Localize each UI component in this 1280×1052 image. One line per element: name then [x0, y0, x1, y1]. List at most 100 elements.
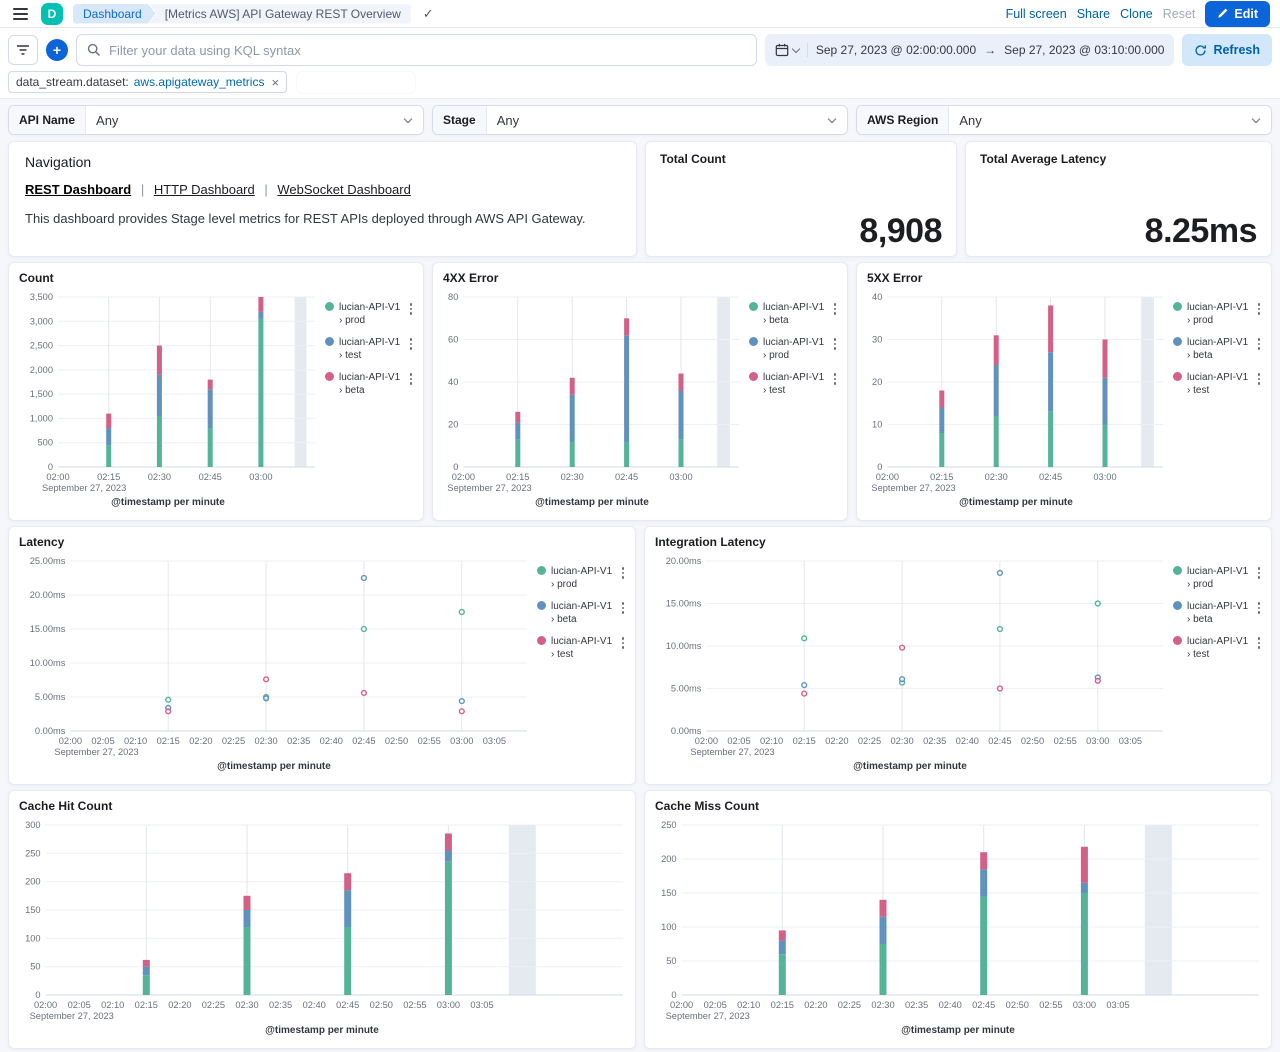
legend-options-icon[interactable]	[1255, 565, 1264, 581]
panel-latency: Latency 0.00ms5.00ms10.00ms15.00ms20.00m…	[8, 526, 636, 785]
clone-link[interactable]: Clone	[1120, 7, 1153, 21]
svg-text:03:00: 03:00	[1086, 736, 1109, 746]
control-value: Any	[949, 113, 1253, 128]
date-start[interactable]: Sep 27, 2023 @ 02:00:00.000	[816, 43, 976, 57]
reset-link[interactable]: Reset	[1163, 7, 1196, 21]
svg-text:02:35: 02:35	[287, 736, 310, 746]
legend-options-icon[interactable]	[831, 336, 840, 352]
breadcrumb-dashboard[interactable]: Dashboard	[73, 4, 156, 24]
svg-text:02:15: 02:15	[930, 472, 953, 482]
legend-options-icon[interactable]	[619, 600, 628, 616]
legend-options-icon[interactable]	[407, 301, 416, 317]
svg-text:60: 60	[448, 335, 458, 345]
legend-options-icon[interactable]	[1255, 600, 1264, 616]
svg-text:200: 200	[661, 854, 677, 864]
link-websocket-dashboard[interactable]: WebSocket Dashboard	[277, 182, 410, 197]
legend-options-icon[interactable]	[1255, 336, 1264, 352]
saved-query-menu-button[interactable]	[8, 35, 38, 65]
metric-total-count: Total Count 8,908	[645, 141, 957, 257]
filter-pill[interactable]: data_stream.dataset: aws.apigateway_metr…	[8, 71, 287, 93]
legend-options-icon[interactable]	[619, 565, 628, 581]
chart-plot[interactable]: 02040608002:0002:1502:3002:4503:00Septem…	[441, 287, 743, 497]
add-filter-button[interactable]: +	[46, 39, 68, 61]
refresh-button[interactable]: Refresh	[1182, 34, 1272, 66]
metric-value: 8.25ms	[980, 214, 1257, 248]
legend-item[interactable]: lucian-API-V1 › test	[749, 371, 839, 397]
legend-options-icon[interactable]	[1255, 635, 1264, 651]
legend-item[interactable]: lucian-API-V1 › test	[1173, 371, 1263, 397]
svg-text:50: 50	[666, 956, 676, 966]
remove-filter-icon[interactable]: ×	[271, 75, 279, 90]
calendar-menu-button[interactable]	[775, 43, 808, 57]
full-screen-link[interactable]: Full screen	[1006, 7, 1067, 21]
metric-title: Total Average Latency	[980, 152, 1257, 166]
legend-item[interactable]: lucian-API-V1 › prod	[749, 336, 839, 362]
chart-plot[interactable]: 01020304002:0002:1502:3002:4503:00Septem…	[865, 287, 1167, 497]
legend-item[interactable]: lucian-API-V1 › test	[325, 336, 415, 362]
legend-options-icon[interactable]	[1255, 301, 1264, 317]
svg-text:40: 40	[872, 292, 882, 302]
svg-text:02:15: 02:15	[506, 472, 529, 482]
legend-item[interactable]: lucian-API-V1 › prod	[1173, 565, 1263, 591]
legend-item[interactable]: lucian-API-V1 › prod	[537, 565, 627, 591]
legend-options-icon[interactable]	[407, 371, 416, 387]
svg-text:5.00ms: 5.00ms	[671, 684, 702, 694]
control-stage[interactable]: Stage Any	[432, 105, 848, 135]
svg-text:50: 50	[30, 962, 40, 972]
svg-text:02:45: 02:45	[615, 472, 638, 482]
legend-item[interactable]: lucian-API-V1 › beta	[325, 371, 415, 397]
svg-text:0.00ms: 0.00ms	[671, 726, 702, 736]
legend-item[interactable]: lucian-API-V1 › test	[1173, 635, 1263, 661]
legend-item[interactable]: lucian-API-V1 › beta	[537, 600, 627, 626]
link-http-dashboard[interactable]: HTTP Dashboard	[154, 182, 255, 197]
legend-options-icon[interactable]	[407, 336, 416, 352]
series-color-dot	[1173, 566, 1182, 575]
legend-item[interactable]: lucian-API-V1 › beta	[1173, 600, 1263, 626]
legend-options-icon[interactable]	[619, 635, 628, 651]
chart-plot[interactable]: 0.00ms5.00ms10.00ms15.00ms20.00ms25.00ms…	[17, 551, 531, 761]
kql-search-box	[76, 34, 757, 66]
legend-options-icon[interactable]	[831, 301, 840, 317]
svg-text:02:00: 02:00	[670, 1000, 693, 1010]
query-section: + Sep 27, 2023 @ 02:00:00.000 → Sep 27, …	[0, 28, 1280, 99]
legend-item[interactable]: lucian-API-V1 › beta	[1173, 336, 1263, 362]
chart-plot[interactable]: 05010015020025030002:0002:0502:1002:1502…	[17, 815, 627, 1025]
legend-item[interactable]: lucian-API-V1 › prod	[325, 301, 415, 327]
svg-text:5.00ms: 5.00ms	[35, 692, 66, 702]
kql-input[interactable]	[109, 43, 746, 58]
svg-text:03:05: 03:05	[1106, 1000, 1129, 1010]
edit-button[interactable]: Edit	[1205, 1, 1270, 27]
legend-options-icon[interactable]	[1255, 371, 1264, 387]
control-aws-region[interactable]: AWS Region Any	[856, 105, 1272, 135]
date-end[interactable]: Sep 27, 2023 @ 03:10:00.000	[1004, 43, 1164, 57]
svg-text:02:25: 02:25	[858, 736, 881, 746]
svg-text:20.00ms: 20.00ms	[666, 556, 702, 566]
svg-text:10: 10	[872, 420, 882, 430]
link-rest-dashboard[interactable]: REST Dashboard	[25, 182, 131, 197]
series-color-dot	[1173, 636, 1182, 645]
svg-text:02:30: 02:30	[235, 1000, 258, 1010]
space-avatar[interactable]: D	[41, 3, 63, 25]
menu-icon[interactable]	[10, 5, 31, 23]
chart-svg: 0.00ms5.00ms10.00ms15.00ms20.00ms25.00ms…	[17, 551, 531, 761]
panel-title: Integration Latency	[653, 535, 1263, 551]
svg-text:02:35: 02:35	[269, 1000, 292, 1010]
legend-item[interactable]: lucian-API-V1 › beta	[749, 301, 839, 327]
share-link[interactable]: Share	[1077, 7, 1110, 21]
svg-text:0: 0	[453, 462, 458, 472]
chart-plot[interactable]: 0.00ms5.00ms10.00ms15.00ms20.00ms02:0002…	[653, 551, 1167, 761]
dashboard-controls: API Name Any Stage Any AWS Region Any	[8, 105, 1272, 135]
svg-text:02:25: 02:25	[222, 736, 245, 746]
legend-item[interactable]: lucian-API-V1 › test	[537, 635, 627, 661]
chart-plot[interactable]: 05010015020025002:0002:0502:1002:1502:20…	[653, 815, 1263, 1025]
svg-text:September 27, 2023: September 27, 2023	[666, 1011, 750, 1021]
breadcrumb: Dashboard [Metrics AWS] API Gateway REST…	[73, 4, 411, 24]
svg-text:30: 30	[872, 335, 882, 345]
legend-item[interactable]: lucian-API-V1 › prod	[1173, 301, 1263, 327]
svg-text:02:05: 02:05	[91, 736, 114, 746]
svg-text:02:00: 02:00	[46, 472, 69, 482]
chart-plot[interactable]: 05001,0001,5002,0002,5003,0003,50002:000…	[17, 287, 319, 497]
control-api-name[interactable]: API Name Any	[8, 105, 424, 135]
svg-text:0: 0	[48, 462, 53, 472]
legend-options-icon[interactable]	[831, 371, 840, 387]
